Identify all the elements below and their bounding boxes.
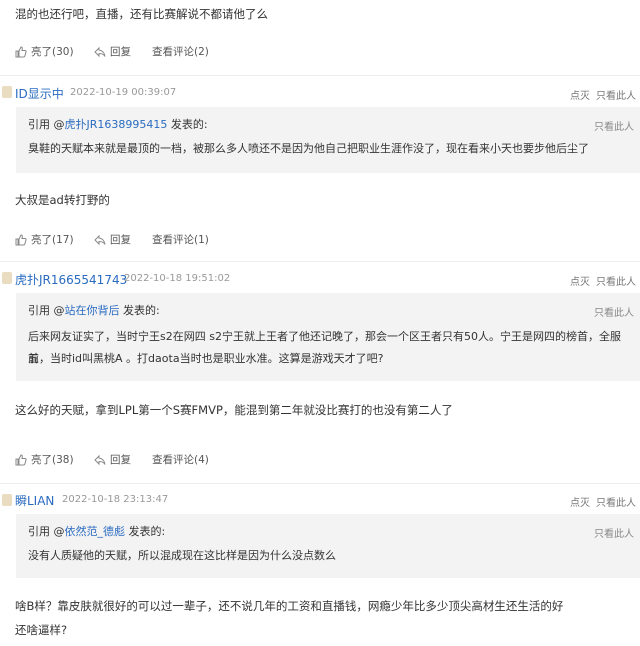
quote-only-this-user-link[interactable]: 只看此人 [594,304,634,319]
view-comments-link[interactable]: 查看评论(1) [152,232,209,247]
reply-text: 这么好的天赋，拿到LPL第一个S赛FMVP，能混到第二年就没比赛打的也没有第二人… [15,403,453,417]
dim-button[interactable]: 点灭 [570,87,590,102]
post-time: 2022-10-19 00:39:07 [70,87,177,98]
reply-text: 大叔是ad转打野的 [15,193,110,207]
user-avatar[interactable] [2,494,12,506]
reply-label: 回复 [110,454,131,466]
dim-button[interactable]: 点灭 [570,494,590,509]
username[interactable]: ID显示中 [15,85,64,102]
reply-arrow-icon [94,46,106,58]
post-time: 2022-10-18 23:13:47 [62,494,169,505]
reply-text-line: 还啥逼样? [15,623,68,637]
quote-prefix: 引用 @ [28,525,65,538]
divider [0,261,640,262]
quote-header: 引用 @站在你背后 发表的: [28,302,160,318]
quote-prefix: 引用 @ [28,118,65,131]
reply-button[interactable]: 回复 [94,44,131,59]
quoted-username[interactable]: 站在你背后 [65,304,120,317]
reply-button[interactable]: 回复 [94,232,131,247]
quote-header: 引用 @虎扑JR1638995415 发表的: [28,116,208,132]
dim-button[interactable]: 点灭 [570,273,590,288]
user-avatar[interactable] [2,272,12,284]
username[interactable]: 虎扑JR1665541743 [15,271,127,288]
view-comments-link[interactable]: 查看评论(2) [152,44,209,59]
quote-suffix: 发表的: [167,118,208,131]
quoted-username[interactable]: 依然范_德彪 [65,525,126,538]
view-comments-link[interactable]: 查看评论(4) [152,452,209,467]
post-time: 2022-10-18 19:51:02 [124,273,231,284]
quote-block: 引用 @站在你背后 发表的: 只看此人 后来网友证实了，当时宁王s2在网四 s2… [16,293,640,381]
quote-body-line: 五，当时id叫黑桃A 。打daota当时也是职业水准。这算是游戏天才了吧? [28,352,384,365]
thumbs-up-icon [15,45,27,58]
username[interactable]: 瞬LIAN [15,492,54,509]
like-count: 亮了(30) [31,46,74,58]
divider [0,75,640,76]
only-this-user-link[interactable]: 只看此人 [596,87,636,102]
user-avatar[interactable] [2,86,12,98]
reply-arrow-icon [94,454,106,466]
thumbs-up-icon [15,453,27,466]
quote-only-this-user-link[interactable]: 只看此人 [594,118,634,133]
quote-suffix: 发表的: [125,525,166,538]
reply-text: 混的也还行吧，直播，还有比赛解说不都请他了么 [15,7,268,21]
quoted-username[interactable]: 虎扑JR1638995415 [65,118,168,131]
reply-label: 回复 [110,46,131,58]
quote-prefix: 引用 @ [28,304,65,317]
thumbs-up-icon [15,233,27,246]
quote-suffix: 发表的: [119,304,160,317]
like-button[interactable]: 亮了(38) [15,452,74,467]
only-this-user-link[interactable]: 只看此人 [596,494,636,509]
like-count: 亮了(38) [31,454,74,466]
quote-only-this-user-link[interactable]: 只看此人 [594,525,634,540]
quote-body: 没有人质疑他的天赋，所以混成现在这比样是因为什么没点数么 [28,549,336,562]
reply-arrow-icon [94,234,106,246]
like-button[interactable]: 亮了(17) [15,232,74,247]
quote-block: 引用 @虎扑JR1638995415 发表的: 只看此人 臭鞋的天赋本来就是最顶… [16,107,640,173]
reply-button[interactable]: 回复 [94,452,131,467]
reply-text-line: 啥B样？靠皮肤就很好的可以过一辈子，还不说几年的工资和直播钱，网瘾少年比多少顶尖… [15,599,564,613]
like-count: 亮了(17) [31,234,74,246]
like-button[interactable]: 亮了(30) [15,44,74,59]
quote-header: 引用 @依然范_德彪 发表的: [28,523,165,539]
reply-label: 回复 [110,234,131,246]
divider [0,483,640,484]
only-this-user-link[interactable]: 只看此人 [596,273,636,288]
quote-body: 臭鞋的天赋本来就是最顶的一档，被那么多人喷还不是因为他自己把职业生涯作没了，现在… [28,142,589,155]
quote-block: 引用 @依然范_德彪 发表的: 只看此人 没有人质疑他的天赋，所以混成现在这比样… [16,514,640,578]
